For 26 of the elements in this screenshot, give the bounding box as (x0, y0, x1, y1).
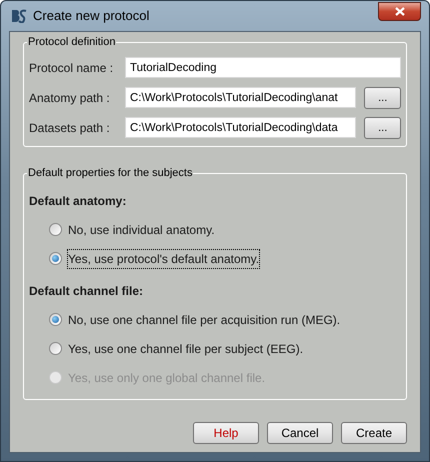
radio-button[interactable] (49, 342, 62, 355)
browse-button[interactable]: ... (364, 86, 401, 108)
field-label: Anatomy path : (29, 90, 111, 106)
radio-button[interactable] (49, 313, 62, 326)
close-button[interactable] (378, 2, 421, 20)
window-title: Create new protocol (33, 7, 150, 26)
dialog-button[interactable]: Help (193, 422, 259, 444)
radio-button[interactable] (49, 252, 62, 265)
radio-button[interactable] (49, 223, 62, 236)
input-field[interactable]: C:\Work\Protocols\TutorialDecoding\anat (125, 87, 356, 108)
field-label: Datasets path : (29, 120, 111, 136)
radio-label: Yes, use protocol's default anatomy. (68, 250, 260, 268)
group-title: Default properties for the subjects (27, 166, 194, 180)
dialog-button[interactable]: Cancel (267, 422, 333, 444)
dialog-button[interactable]: Create (341, 422, 407, 444)
input-field[interactable]: C:\Work\Protocols\TutorialDecoding\data (125, 117, 356, 138)
section-heading: Default anatomy: (29, 193, 128, 210)
field-label: Protocol name : (29, 60, 114, 76)
radio-label: No, use individual anatomy. (68, 222, 215, 238)
close-icon (394, 6, 404, 16)
input-field[interactable]: TutorialDecoding (125, 57, 401, 78)
browse-button[interactable]: ... (364, 116, 401, 138)
section-heading: Default channel file: (29, 283, 144, 300)
radio-label: Yes, use one channel file per subject (EEG). (68, 340, 304, 358)
radio-label: No, use one channel file per acquisition run (MEG). (68, 312, 340, 328)
app-logo-icon (11, 9, 27, 23)
